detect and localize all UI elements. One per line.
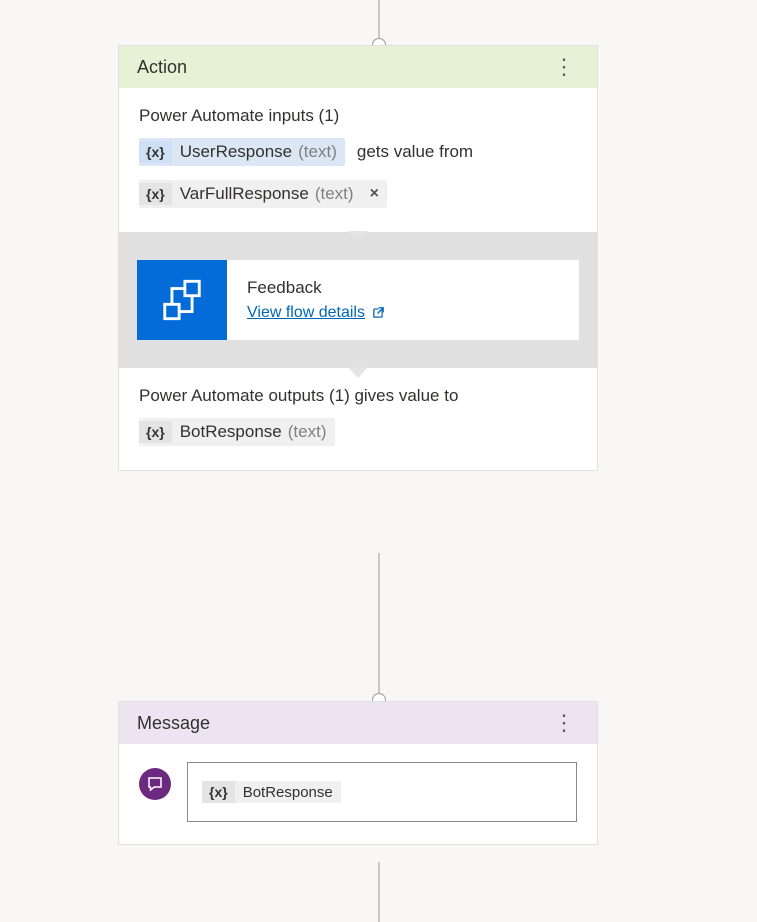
message-header: Message ⋮ xyxy=(119,702,597,744)
source-variable-type: (text) xyxy=(311,184,362,204)
remove-icon[interactable]: × xyxy=(362,185,387,203)
flow-section: Feedback View flow details xyxy=(119,232,597,368)
source-row: {x} VarFullResponse (text) × xyxy=(139,180,577,208)
chat-icon xyxy=(139,768,171,800)
input-variable-chip[interactable]: {x} UserResponse (text) xyxy=(139,138,345,166)
connector-line xyxy=(378,862,379,922)
connector-line xyxy=(378,553,379,701)
inputs-row: {x} UserResponse (text) gets value from xyxy=(139,138,577,166)
arrow-down-icon xyxy=(348,367,368,378)
input-variable-type: (text) xyxy=(294,142,345,162)
flow-box[interactable]: Feedback View flow details xyxy=(137,260,579,340)
message-variable-chip[interactable]: {x} BotResponse xyxy=(202,781,341,803)
view-flow-details-link[interactable]: View flow details xyxy=(247,304,385,322)
output-variable-name: BotResponse xyxy=(178,422,284,442)
flow-link-label: View flow details xyxy=(247,304,365,322)
action-title: Action xyxy=(137,57,187,78)
input-variable-name: UserResponse xyxy=(178,142,294,162)
outputs-row: {x} BotResponse (text) xyxy=(139,418,577,446)
variable-icon: {x} xyxy=(202,781,235,803)
message-title: Message xyxy=(137,713,210,734)
message-body: {x} BotResponse xyxy=(119,744,597,844)
variable-icon: {x} xyxy=(139,141,172,163)
outputs-heading: Power Automate outputs (1) gives value t… xyxy=(139,386,577,406)
message-card[interactable]: Message ⋮ {x} BotResponse xyxy=(118,701,598,845)
output-variable-type: (text) xyxy=(284,422,335,442)
output-variable-chip[interactable]: {x} BotResponse (text) xyxy=(139,418,335,446)
arrow-down-icon xyxy=(348,231,368,242)
flow-name: Feedback xyxy=(247,278,385,298)
more-icon[interactable]: ⋮ xyxy=(549,56,579,78)
action-inputs-section: Power Automate inputs (1) {x} UserRespon… xyxy=(119,88,597,232)
variable-icon: {x} xyxy=(139,183,172,205)
flow-icon xyxy=(137,260,227,340)
action-card[interactable]: Action ⋮ Power Automate inputs (1) {x} U… xyxy=(118,45,598,471)
external-link-icon xyxy=(371,306,385,320)
more-icon[interactable]: ⋮ xyxy=(549,712,579,734)
variable-icon: {x} xyxy=(139,421,172,443)
flow-canvas: Action ⋮ Power Automate inputs (1) {x} U… xyxy=(0,0,757,922)
message-variable-name: BotResponse xyxy=(241,784,341,801)
flow-text: Feedback View flow details xyxy=(227,260,405,340)
action-header: Action ⋮ xyxy=(119,46,597,88)
action-outputs-section: Power Automate outputs (1) gives value t… xyxy=(119,368,597,470)
message-content-field[interactable]: {x} BotResponse xyxy=(187,762,577,822)
source-variable-name: VarFullResponse xyxy=(178,184,311,204)
inputs-heading: Power Automate inputs (1) xyxy=(139,106,577,126)
bridge-text: gets value from xyxy=(353,140,477,164)
source-variable-chip[interactable]: {x} VarFullResponse (text) × xyxy=(139,180,387,208)
